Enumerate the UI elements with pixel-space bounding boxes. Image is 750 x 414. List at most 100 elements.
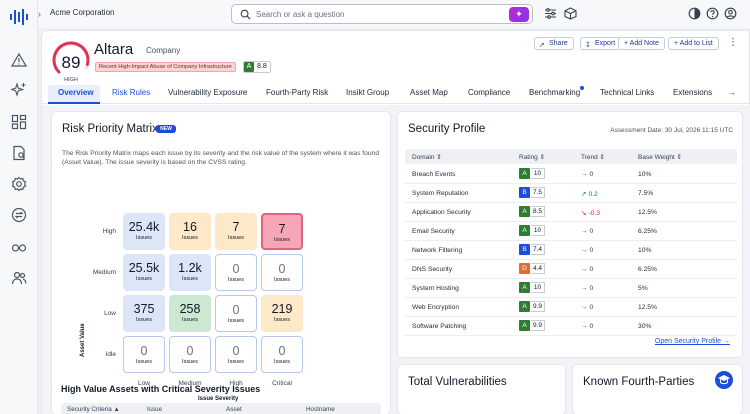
grade-letter: A	[519, 168, 530, 179]
glasses-icon[interactable]	[11, 239, 27, 255]
matrix-cell[interactable]: 0 Issues	[215, 254, 257, 291]
column-header-domain[interactable]: Domain ⇕	[412, 153, 442, 161]
help-icon[interactable]	[706, 7, 719, 20]
tab-technical-links[interactable]: Technical Links	[600, 88, 654, 97]
tab-extensions[interactable]: Extensions	[673, 88, 712, 97]
matrix-cell[interactable]: 25.5k Issues	[123, 254, 165, 291]
swap-icon[interactable]	[11, 207, 27, 223]
search-input[interactable]	[256, 7, 506, 22]
column-header-weight[interactable]: Base Weight ⇕	[638, 153, 682, 161]
share-icon: ➚	[539, 42, 545, 49]
chevron-right-icon[interactable]: ›	[38, 9, 41, 19]
export-button[interactable]: ↧ Export	[580, 37, 622, 50]
add-to-list-button[interactable]: + Add to List	[668, 37, 719, 50]
matrix-cell[interactable]: 0 Issues	[123, 336, 165, 373]
tab-compliance[interactable]: Compliance	[468, 88, 510, 97]
matrix-row-label: Idle	[105, 351, 116, 358]
ai-assistant-button[interactable]: ✦	[509, 7, 529, 22]
matrix-cell[interactable]: 7 Issues	[261, 213, 303, 250]
matrix-cell-count: 7	[232, 220, 240, 234]
trend-arrow-icon: →	[581, 323, 588, 330]
help-chat-button[interactable]	[715, 371, 733, 389]
tab-benchmarking[interactable]: Benchmarking	[529, 88, 580, 97]
matrix-cell-unit: Issues	[228, 277, 244, 283]
tabs-scroll-right-icon[interactable]: →	[728, 88, 736, 97]
filter-sliders-icon[interactable]	[544, 7, 557, 20]
base-weight: 10%	[638, 247, 652, 254]
more-options-icon[interactable]: ⋮	[728, 37, 738, 48]
matrix-cell[interactable]: 219 Issues	[261, 295, 303, 332]
grade-value: 10	[531, 168, 545, 179]
domain-name: System Reputation	[412, 190, 469, 197]
card-title: Known Fourth-Parties	[583, 376, 695, 388]
add-note-button[interactable]: + Add Note	[618, 37, 665, 50]
matrix-cell[interactable]: 0 Issues	[169, 336, 211, 373]
column-header[interactable]: Hostname	[306, 406, 335, 413]
matrix-cell[interactable]: 0 Issues	[261, 254, 303, 291]
tab-risk-rules[interactable]: Risk Rules	[112, 88, 150, 97]
trend-value: → 0	[581, 228, 594, 235]
grade-value: 9.9	[531, 320, 545, 331]
table-row[interactable]: Web Encryption A 9.9 → 0 12.5%	[405, 298, 737, 317]
main-panel: 89 HIGH Altara Company Recent High-Impac…	[41, 30, 750, 414]
user-account-icon[interactable]	[724, 7, 737, 20]
table-row[interactable]: Application Security A 8.5 ↘ -0.3 12.5%	[405, 203, 737, 222]
matrix-cell-count: 219	[271, 302, 293, 316]
settings-icon[interactable]	[11, 176, 27, 192]
column-header[interactable]: Asset	[226, 406, 242, 413]
report-icon[interactable]	[11, 145, 27, 161]
matrix-cell[interactable]: 375 Issues	[123, 295, 165, 332]
open-security-profile-link[interactable]: Open Security Profile →	[655, 338, 730, 345]
table-row[interactable]: DNS Security D 4.4 → 0 6.25%	[405, 260, 737, 279]
logo-icon[interactable]	[9, 8, 29, 26]
share-button[interactable]: ➚ Share	[534, 37, 574, 50]
grade-value: 4.4	[531, 263, 545, 274]
tab-bar: Overview Risk Rules Vulnerability Exposu…	[42, 83, 750, 104]
assessment-date: Assessment Date: 30 Jul, 2026 11:15 UTC	[610, 127, 733, 134]
contrast-icon[interactable]	[688, 7, 701, 20]
base-weight: 7.5%	[638, 190, 654, 197]
matrix-cell[interactable]: 258 Issues	[169, 295, 211, 332]
tab-overview[interactable]: Overview	[58, 88, 94, 97]
column-header-trend[interactable]: Trend ⇕	[581, 153, 605, 161]
matrix-cell[interactable]: 16 Issues	[169, 213, 211, 250]
column-header[interactable]: Security Criteria ▲	[67, 406, 120, 413]
matrix-cell[interactable]: 1.2k Issues	[169, 254, 211, 291]
matrix-cell[interactable]: 25.4k Issues	[123, 213, 165, 250]
cube-icon[interactable]	[564, 7, 577, 20]
table-row[interactable]: System Hosting A 10 → 0 5%	[405, 279, 737, 298]
users-icon[interactable]	[11, 270, 27, 286]
trend-value: → 0	[581, 171, 594, 178]
security-profile-card: Security Profile Assessment Date: 30 Jul…	[397, 111, 743, 358]
table-row[interactable]: Software Patching A 9.9 → 0 30%	[405, 317, 737, 336]
matrix-cell-unit: Issues	[274, 277, 290, 283]
tab-asset-map[interactable]: Asset Map	[410, 88, 448, 97]
trend-value: → 0	[581, 247, 594, 254]
matrix-cell-unit: Issues	[136, 359, 152, 365]
table-row[interactable]: System Reputation B 7.5 ↗ 0.2 7.5%	[405, 184, 737, 203]
base-weight: 6.25%	[638, 228, 657, 235]
alert-icon[interactable]	[11, 52, 27, 68]
sparkle-icon[interactable]	[11, 82, 27, 98]
matrix-cell[interactable]: 0 Issues	[215, 336, 257, 373]
matrix-cell[interactable]: 7 Issues	[215, 213, 257, 250]
organization-switcher[interactable]: Acme Corporation	[50, 8, 114, 17]
grade-letter: B	[519, 244, 530, 255]
table-row[interactable]: Network Filtering B 7.4 → 0 10%	[405, 241, 737, 260]
tab-vulnerability-exposure[interactable]: Vulnerability Exposure	[168, 88, 247, 97]
tab-fourth-party-risk[interactable]: Fourth-Party Risk	[266, 88, 328, 97]
search-bar[interactable]: ✦	[231, 4, 533, 24]
tab-insikt-group[interactable]: Insikt Group	[346, 88, 389, 97]
domain-name: Network Filtering	[412, 247, 463, 254]
matrix-cell[interactable]: 0 Issues	[261, 336, 303, 373]
table-row[interactable]: Email Security A 10 → 0 6.25%	[405, 222, 737, 241]
download-icon: ↧	[585, 42, 591, 49]
dashboard-icon[interactable]	[11, 114, 27, 130]
table-row[interactable]: Breach Events A 10 → 0 10%	[405, 165, 737, 184]
matrix-cell-unit: Issues	[228, 235, 244, 241]
matrix-cell[interactable]: 0 Issues	[215, 295, 257, 332]
alert-badge[interactable]: Recent High-Impact Abuse of Company Infr…	[95, 62, 236, 72]
domain-name: System Hosting	[412, 285, 459, 292]
column-header-rating[interactable]: Rating ⇕	[519, 153, 545, 161]
column-header[interactable]: Issue	[147, 406, 162, 413]
